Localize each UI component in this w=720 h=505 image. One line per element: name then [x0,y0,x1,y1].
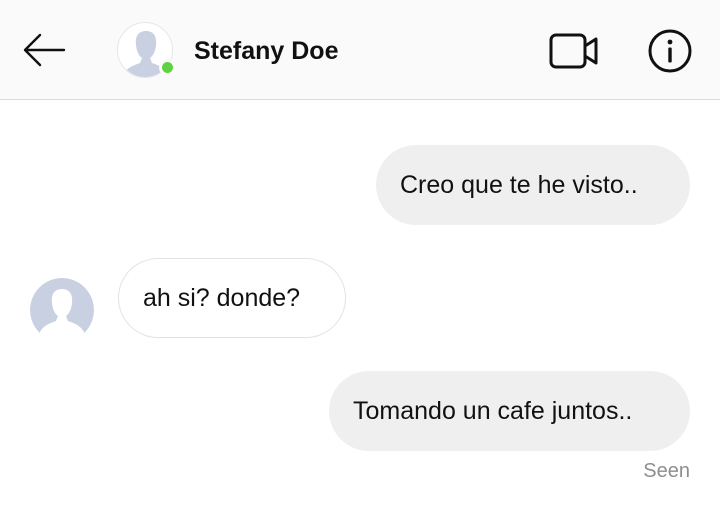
back-arrow-icon [23,33,66,67]
info-icon [648,29,692,73]
video-call-button[interactable] [545,27,603,75]
info-button[interactable] [644,26,696,76]
chat-header: Stefany Doe [0,0,720,100]
video-camera-icon [549,33,598,69]
seen-receipt: Seen [643,460,690,482]
contact-name[interactable]: Stefany Doe [194,36,338,66]
sender-avatar[interactable] [30,278,94,342]
outgoing-message[interactable]: Creo que te he visto.. [376,145,690,225]
online-status-indicator [159,59,176,76]
default-avatar-icon [30,278,94,342]
message-text: ah si? donde? [143,284,301,312]
outgoing-message[interactable]: Tomando un cafe juntos.. [329,371,690,451]
message-text: Tomando un cafe juntos.. [353,397,633,425]
incoming-message[interactable]: ah si? donde? [118,258,346,338]
back-button[interactable] [20,28,68,72]
contact-avatar[interactable] [117,22,176,78]
message-text: Creo que te he visto.. [400,171,638,199]
